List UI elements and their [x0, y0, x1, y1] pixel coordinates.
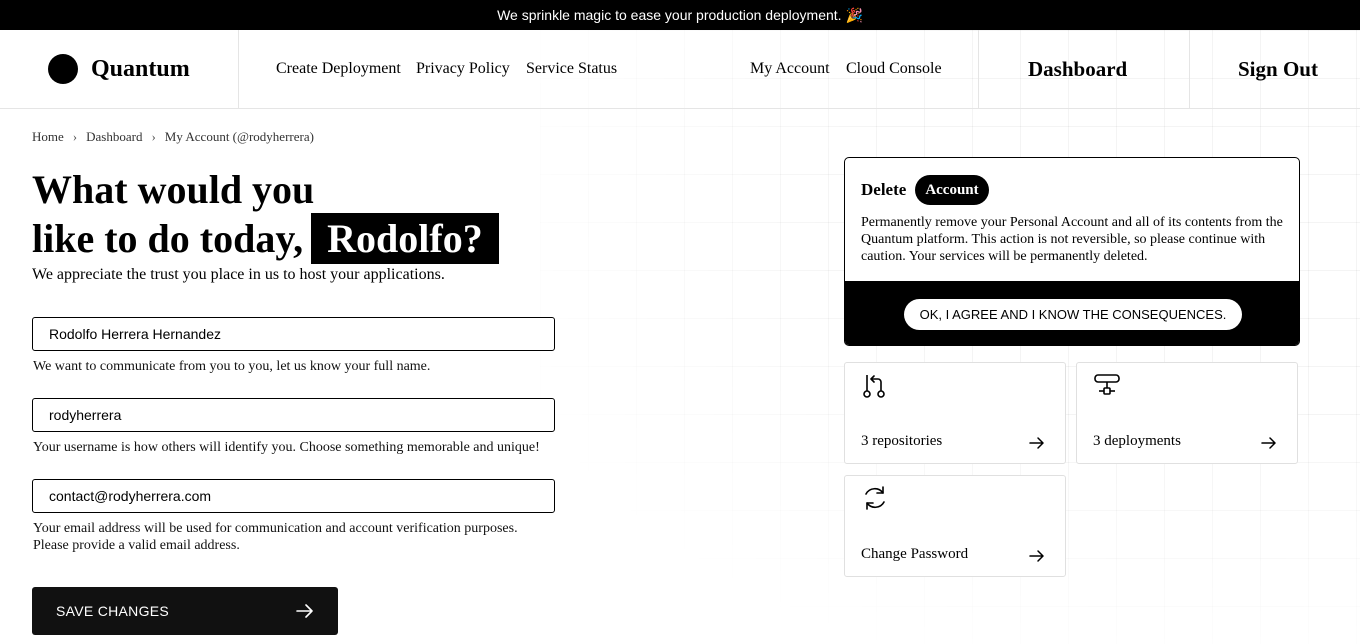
title-line-1: What would you: [32, 167, 315, 212]
full-name-value: Rodolfo Herrera Hernandez: [49, 326, 221, 342]
arrow-right-icon: [1029, 550, 1044, 562]
chevron-right-icon: ›: [151, 129, 156, 144]
username-help: Your username is how others will identif…: [33, 440, 540, 455]
nav-divider: [978, 30, 979, 108]
arrow-right-icon: [1029, 437, 1044, 449]
nav-divider: [1189, 30, 1190, 108]
breadcrumb-dashboard[interactable]: Dashboard: [86, 129, 142, 145]
confirm-delete-button[interactable]: OK, I AGREE AND I KNOW THE CONSEQUENCES.: [903, 298, 1243, 330]
nav-privacy-policy[interactable]: Privacy Policy: [416, 30, 510, 108]
git-pull-request-icon: [863, 375, 885, 398]
page-subtitle: We appreciate the trust you place in us …: [32, 266, 445, 283]
username-field[interactable]: rodyherrera: [32, 398, 555, 432]
username-value: rodyherrera: [49, 407, 122, 423]
title-greeting: like to do today,: [32, 216, 304, 261]
announcement-bar: We sprinkle magic to ease your productio…: [0, 0, 1360, 30]
top-navigation: Quantum Create Deployment Privacy Policy…: [0, 30, 1360, 109]
email-help-line-1: Your email address will be used for comm…: [33, 521, 518, 536]
brand-name: Quantum: [91, 55, 190, 82]
full-name-field[interactable]: Rodolfo Herrera Hernandez: [32, 317, 555, 351]
nav-sign-out[interactable]: Sign Out: [1238, 30, 1318, 108]
delete-account-card: Delete Account Permanently remove your P…: [844, 157, 1300, 346]
brand-logo[interactable]: Quantum: [48, 30, 190, 108]
nav-create-deployment[interactable]: Create Deployment: [276, 30, 401, 108]
delete-card-footer: OK, I AGREE AND I KNOW THE CONSEQUENCES.: [845, 281, 1299, 345]
nav-cloud-console[interactable]: Cloud Console: [846, 30, 942, 108]
email-field[interactable]: contact@rodyherrera.com: [32, 479, 555, 513]
deployments-tile[interactable]: 3 deployments: [1076, 362, 1298, 464]
delete-card-title: Delete Account: [861, 175, 989, 205]
repositories-tile[interactable]: 3 repositories: [844, 362, 1066, 464]
email-help: Your email address will be used for comm…: [33, 520, 563, 554]
arrow-right-icon: [1261, 437, 1276, 449]
nav-my-account[interactable]: My Account: [750, 30, 830, 108]
breadcrumb-current: My Account (@rodyherrera): [164, 129, 314, 144]
breadcrumb: Home › Dashboard › My Account (@rodyherr…: [32, 129, 314, 145]
save-changes-button[interactable]: SAVE CHANGES: [32, 587, 338, 635]
email-help-line-2: Please provide a valid email address.: [33, 538, 240, 553]
arrow-right-icon: [296, 604, 313, 618]
nav-service-status[interactable]: Service Status: [526, 30, 617, 108]
delete-card-description: Permanently remove your Personal Account…: [861, 215, 1283, 264]
chevron-right-icon: ›: [72, 129, 78, 144]
server-icon: [1094, 374, 1120, 395]
full-name-help: We want to communicate from you to you, …: [33, 359, 431, 374]
change-password-tile[interactable]: Change Password: [844, 475, 1066, 577]
account-badge: Account: [915, 175, 989, 205]
deployments-label: 3 deployments: [1093, 433, 1181, 449]
nav-dashboard[interactable]: Dashboard: [1028, 30, 1127, 108]
page-title: What would you like to do today, Rodolfo…: [32, 166, 499, 264]
refresh-icon: [865, 486, 885, 510]
logo-circle-icon: [48, 54, 78, 84]
nav-divider: [238, 30, 239, 108]
title-line-2: like to do today, Rodolfo?: [32, 213, 499, 264]
breadcrumb-home[interactable]: Home: [32, 129, 64, 145]
save-changes-label: SAVE CHANGES: [56, 603, 170, 619]
email-value: contact@rodyherrera.com: [49, 488, 212, 504]
change-password-label: Change Password: [861, 546, 969, 562]
user-name-badge: Rodolfo?: [311, 213, 499, 264]
repositories-label: 3 repositories: [861, 433, 943, 449]
announcement-text: We sprinkle magic to ease your productio…: [497, 6, 863, 23]
delete-title: Delete: [861, 180, 907, 199]
